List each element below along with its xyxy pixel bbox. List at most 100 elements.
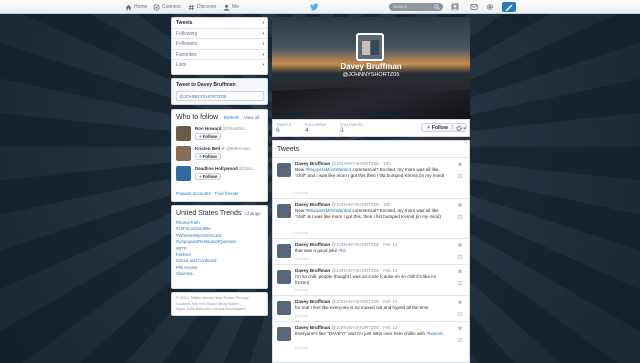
avatar[interactable] — [277, 244, 291, 258]
retweet-icon[interactable] — [457, 280, 463, 286]
suggestion-name[interactable]: Deadline Hollywood — [195, 166, 238, 171]
avatar[interactable] — [277, 270, 291, 284]
tweet-timestamp[interactable]: · Feb 12 — [380, 325, 397, 330]
footer-line[interactable]: Apps Jobs Advertise Media Developers — [176, 306, 263, 312]
tweet-timestamp[interactable]: · Feb 14 — [380, 268, 397, 273]
dismiss-icon[interactable]: × — [266, 126, 269, 132]
avatar[interactable] — [176, 126, 191, 141]
avatar[interactable] — [277, 327, 291, 341]
trend-item[interactable]: #UnpopularRestaurantQuestion — [176, 239, 236, 245]
avatar[interactable] — [277, 163, 291, 177]
expand-link[interactable]: Expand — [295, 314, 308, 318]
tweet-author-name[interactable]: Davey Bruffman — [295, 242, 330, 247]
popular-accounts-link[interactable]: Popular accounts — [176, 191, 211, 196]
direct-messages-icon[interactable] — [470, 3, 478, 11]
expand-link[interactable]: Expand — [295, 288, 308, 292]
nav-me[interactable]: Me — [223, 3, 239, 11]
suggestion-name[interactable]: Kristen Bell — [195, 146, 220, 151]
tweet[interactable]: Davey Bruffman @JOHNNYSHORTZ05 · 10h New… — [273, 158, 469, 199]
hashtag-link[interactable]: #MuppetsMostWanted — [305, 167, 351, 172]
profile-follow-button[interactable]: + Follow — [421, 123, 454, 132]
tweet-author-name[interactable]: Davey Bruffman — [295, 161, 330, 166]
retweet-icon[interactable] — [457, 214, 463, 220]
tweet-header: Davey Bruffman @JOHNNYSHORTZ05 · 10h — [295, 161, 391, 166]
tweet-timestamp[interactable]: · 10h — [380, 202, 390, 207]
hashtag-link[interactable]: #lopmid — [426, 331, 442, 336]
follow-suggestion: Ron Howard @RealRon... + Follow × — [176, 125, 269, 145]
tweet-text-part: for real I feel like everyone is so maxe… — [295, 305, 429, 310]
tweet[interactable]: Davey Bruffman @JOHNNYSHORTZ05 · Feb 14 … — [273, 239, 469, 265]
search-icon[interactable] — [434, 4, 440, 10]
menu-item-following[interactable]: Following › — [172, 29, 267, 39]
stat-following[interactable]: FOLLOWING 4 — [305, 123, 327, 134]
twitter-bird-icon[interactable] — [309, 2, 319, 12]
star-icon[interactable] — [457, 268, 463, 274]
nav-connect[interactable]: Connect — [153, 3, 181, 11]
menu-item-lists[interactable]: Lists › — [172, 60, 267, 71]
hashtag-link[interactable]: #MuppetsMostWanted — [305, 208, 351, 213]
tweet[interactable]: Davey Bruffman @JOHNNYSHORTZ05 · Feb 12 … — [273, 322, 469, 354]
stat-followers[interactable]: FOLLOWERS 3 — [340, 123, 363, 134]
star-icon[interactable] — [457, 299, 463, 305]
dismiss-icon[interactable]: × — [266, 166, 269, 172]
compose-tweet-button[interactable] — [502, 2, 516, 12]
follow-label: Follow — [202, 134, 217, 139]
retweet-icon[interactable] — [457, 254, 463, 260]
follow-button[interactable]: + Follow — [195, 153, 221, 160]
chevron-right-icon: › — [262, 20, 264, 26]
avatar[interactable] — [176, 146, 191, 161]
avatar[interactable] — [277, 301, 291, 315]
expand-link[interactable]: Expand — [295, 346, 308, 350]
trends-change-link[interactable]: Change — [245, 211, 261, 216]
tweet[interactable]: Davey Bruffman @JOHNNYSHORTZ05 · Feb 13 … — [273, 296, 469, 322]
find-friends-link[interactable]: Find friends — [215, 191, 239, 196]
stat-tweets[interactable]: TWEETS 6 — [276, 123, 291, 134]
gear-icon[interactable] — [486, 3, 494, 11]
menu-item-label: Lists — [176, 62, 187, 68]
tweet-to-input[interactable]: @JOHNNYSHORTZ05 — [176, 91, 264, 101]
dismiss-icon[interactable]: × — [266, 146, 269, 152]
header-landscape — [272, 87, 470, 119]
star-icon[interactable] — [457, 202, 463, 208]
tweet-timestamp[interactable]: · 10h — [380, 161, 390, 166]
menu-item-tweets[interactable]: Tweets › — [172, 18, 267, 29]
follow-button[interactable]: + Follow — [195, 173, 221, 180]
menu-item-favorites[interactable]: Favorites › — [172, 50, 267, 60]
tweet[interactable]: Davey Bruffman @JOHNNYSHORTZ05 · Feb 14 … — [273, 265, 469, 296]
follow-button[interactable]: + Follow — [195, 133, 221, 140]
avatar[interactable] — [176, 166, 191, 181]
tweet-author-name[interactable]: Davey Bruffman — [295, 325, 330, 330]
nav-home[interactable]: Home — [125, 3, 147, 11]
expand-link[interactable]: Expand — [295, 257, 308, 261]
tweet-author-name[interactable]: Davey Bruffman — [295, 299, 330, 304]
tweet-author-name[interactable]: Davey Bruffman — [295, 202, 330, 207]
tweet-actions — [457, 299, 465, 323]
nav-discover[interactable]: Discover — [188, 3, 216, 11]
star-icon[interactable] — [457, 242, 463, 248]
tweet-author-name[interactable]: Davey Bruffman — [295, 268, 330, 273]
avatar[interactable] — [277, 204, 291, 218]
tweet-timestamp[interactable]: · Feb 13 — [380, 299, 397, 304]
refresh-link[interactable]: Refresh — [224, 115, 240, 120]
tweet-to-value: @JOHNNYSHORTZ05 — [179, 94, 227, 99]
star-icon[interactable] — [457, 161, 463, 167]
expand-link[interactable]: Expand — [295, 231, 308, 235]
tweet-text: i'm so chill, people thought i was an ic… — [295, 274, 450, 285]
view-all-link[interactable]: View all — [244, 115, 259, 120]
retweet-icon[interactable] — [457, 337, 463, 343]
tweet[interactable]: Davey Bruffman @JOHNNYSHORTZ05 · 10h New… — [273, 199, 469, 239]
tweet-text: New #MuppetsMostWanted commercial? Excit… — [295, 208, 450, 219]
retweet-icon[interactable] — [457, 311, 463, 317]
search-input[interactable]: Search — [389, 3, 443, 11]
avatar-menu-icon[interactable] — [451, 3, 459, 11]
trend-item[interactable]: Slovenia — [176, 271, 236, 277]
suggestion-name[interactable]: Ron Howard — [195, 126, 222, 131]
profile-avatar[interactable] — [356, 33, 384, 61]
star-icon[interactable] — [457, 325, 463, 331]
retweet-icon[interactable] — [457, 173, 463, 179]
tweet-timestamp[interactable]: · Feb 14 — [380, 242, 397, 247]
menu-item-followers[interactable]: Followers › — [172, 39, 267, 50]
profile-actions-button[interactable] — [452, 123, 467, 132]
hashtag-link[interactable]: #lol — [338, 248, 345, 253]
expand-link[interactable]: Expand — [295, 191, 308, 195]
